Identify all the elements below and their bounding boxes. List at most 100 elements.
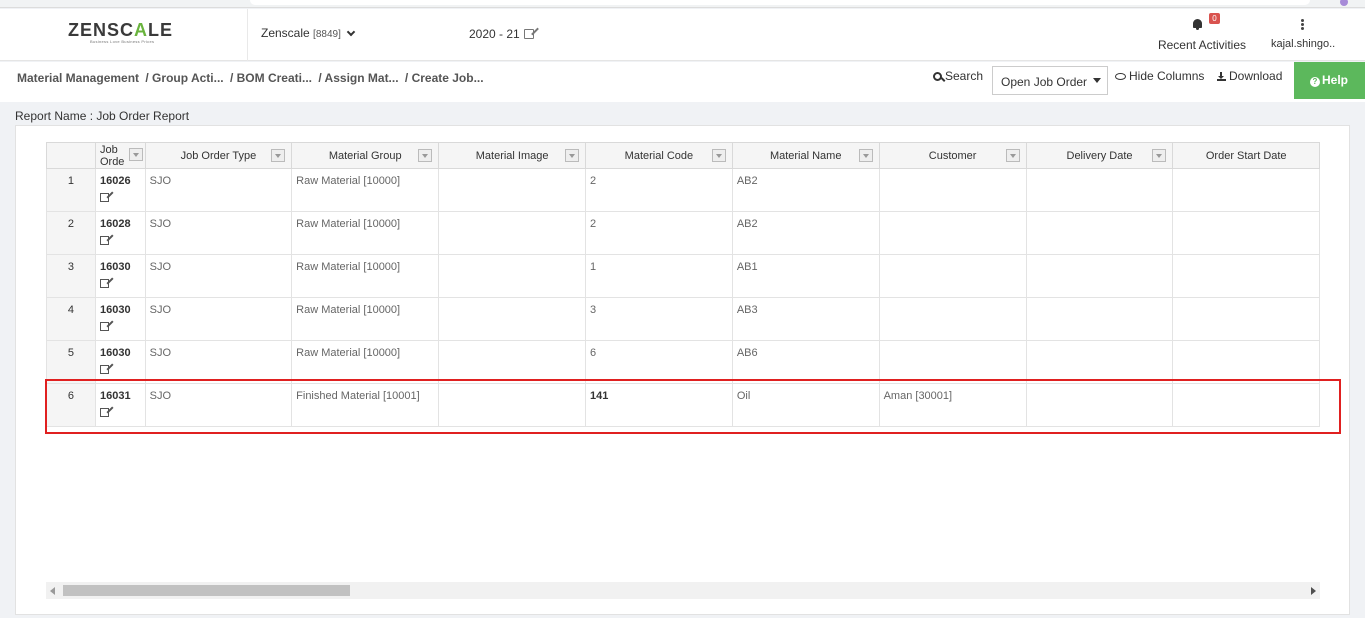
filter-icon[interactable] [1005, 149, 1020, 162]
order-start-date-cell [1172, 254, 1320, 298]
delivery-date-cell [1025, 168, 1174, 212]
delivery-date-cell [1025, 297, 1174, 341]
table-row[interactable]: 1 16026 SJO Raw Material [10000] 2 AB2 [46, 168, 1320, 212]
material-group-cell: Raw Material [10000] [291, 340, 440, 384]
user-name[interactable]: kajal.shingo.. [1271, 38, 1335, 50]
row-number-header [46, 142, 96, 169]
filter-icon[interactable] [271, 149, 286, 162]
job-order-cell: 16026 [94, 168, 146, 212]
table-row[interactable]: 3 16030 SJO Raw Material [10000] 1 AB1 [46, 254, 1320, 298]
column-header[interactable]: Material Image [438, 142, 587, 169]
column-header[interactable]: Material Code [585, 142, 733, 169]
filter-icon[interactable] [128, 148, 143, 161]
job-order-type-cell: SJO [144, 254, 293, 298]
delivery-date-cell [1025, 383, 1174, 427]
recent-activities[interactable]: 0 Recent Activities [1157, 13, 1247, 53]
edit-icon[interactable] [99, 236, 109, 245]
job-order-type-cell: SJO [144, 383, 293, 427]
eye-slash-icon [1115, 73, 1126, 80]
row-number: 5 [46, 340, 96, 384]
column-header[interactable]: Material Name [731, 142, 880, 169]
search-icon [933, 72, 942, 81]
scroll-right-icon[interactable] [1311, 587, 1316, 595]
delivery-date-cell [1025, 211, 1174, 255]
order-start-date-cell [1172, 168, 1320, 212]
material-group-cell: Raw Material [10000] [291, 254, 440, 298]
material-code-cell: 2 [585, 211, 733, 255]
customer-cell: Aman [30001] [878, 383, 1027, 427]
filter-icon[interactable] [711, 149, 726, 162]
material-name-cell: AB6 [731, 340, 880, 384]
filter-icon[interactable] [565, 149, 580, 162]
browser-strip [0, 0, 1365, 8]
kebab-menu-icon[interactable] [1301, 19, 1304, 30]
customer-cell [878, 254, 1027, 298]
job-order-type-cell: SJO [144, 211, 293, 255]
search-button[interactable]: Search [933, 69, 983, 83]
profile-dot[interactable] [1340, 0, 1348, 6]
table-row[interactable]: 5 16030 SJO Raw Material [10000] 6 AB6 [46, 340, 1320, 384]
row-number: 2 [46, 211, 96, 255]
logo-area[interactable]: ZENSCALE Business Love Business Prices [0, 9, 248, 61]
horizontal-scrollbar[interactable] [46, 582, 1320, 599]
report-name: Report Name : Job Order Report [15, 109, 190, 123]
row-number: 3 [46, 254, 96, 298]
table-row[interactable]: 4 16030 SJO Raw Material [10000] 3 AB3 [46, 297, 1320, 341]
material-code-cell: 141 [585, 383, 733, 427]
edit-icon[interactable] [523, 29, 534, 39]
report-select[interactable]: Open Job Order [992, 66, 1108, 95]
delivery-date-cell [1025, 340, 1174, 384]
order-start-date-cell [1172, 383, 1320, 427]
scroll-left-icon[interactable] [50, 587, 55, 595]
column-header[interactable]: Material Group [291, 142, 440, 169]
job-order-cell: 16028 [94, 211, 146, 255]
edit-icon[interactable] [99, 408, 109, 417]
financial-year[interactable]: 2020 - 21 [469, 27, 534, 41]
filter-icon[interactable] [1152, 149, 1167, 162]
breadcrumb-item[interactable]: Material Management [17, 71, 139, 85]
material-group-cell: Raw Material [10000] [291, 168, 440, 212]
material-code-cell: 1 [585, 254, 733, 298]
column-header[interactable]: Order Start Date [1172, 142, 1320, 169]
column-header[interactable]: Job Orde [94, 142, 146, 169]
customer-cell [878, 211, 1027, 255]
job-order-grid: Job Orde Job Order Type Material Group M… [46, 142, 1320, 582]
column-header[interactable]: Customer [878, 142, 1027, 169]
company-name: Zenscale [261, 26, 310, 40]
download-button[interactable]: Download [1217, 69, 1282, 83]
breadcrumb-item[interactable]: / BOM Creati... [230, 71, 312, 85]
company-selector[interactable]: Zenscale [8849] [261, 26, 356, 40]
material-code-cell: 2 [585, 168, 733, 212]
bell-icon [1193, 19, 1202, 30]
order-start-date-cell [1172, 297, 1320, 341]
recent-activities-label: Recent Activities [1157, 38, 1247, 52]
column-header[interactable]: Delivery Date [1025, 142, 1174, 169]
breadcrumb-item[interactable]: / Assign Mat... [318, 71, 398, 85]
material-group-cell: Finished Material [10001] [291, 383, 440, 427]
column-header[interactable]: Job Order Type [144, 142, 293, 169]
delivery-date-cell [1025, 254, 1174, 298]
material-image-cell [438, 297, 587, 341]
download-icon [1217, 72, 1226, 81]
breadcrumb-item[interactable]: / Group Acti... [145, 71, 223, 85]
filter-icon[interactable] [858, 149, 873, 162]
table-row[interactable]: 2 16028 SJO Raw Material [10000] 2 AB2 [46, 211, 1320, 255]
scroll-thumb[interactable] [63, 585, 350, 596]
breadcrumb-item[interactable]: / Create Job... [405, 71, 484, 85]
help-button[interactable]: ? Help [1294, 62, 1365, 99]
address-bar[interactable] [250, 0, 1310, 5]
edit-icon[interactable] [99, 365, 109, 374]
job-order-type-cell: SJO [144, 340, 293, 384]
material-image-cell [438, 168, 587, 212]
material-name-cell: AB3 [731, 297, 880, 341]
table-row[interactable]: 6 16031 SJO Finished Material [10001] 141 Oil… [46, 383, 1320, 427]
edit-icon[interactable] [99, 279, 109, 288]
material-image-cell [438, 254, 587, 298]
material-group-cell: Raw Material [10000] [291, 211, 440, 255]
material-image-cell [438, 340, 587, 384]
hide-columns-button[interactable]: Hide Columns [1115, 69, 1204, 83]
edit-icon[interactable] [99, 193, 109, 202]
dropdown-arrow-icon [1093, 78, 1101, 83]
edit-icon[interactable] [99, 322, 109, 331]
filter-icon[interactable] [418, 149, 433, 162]
